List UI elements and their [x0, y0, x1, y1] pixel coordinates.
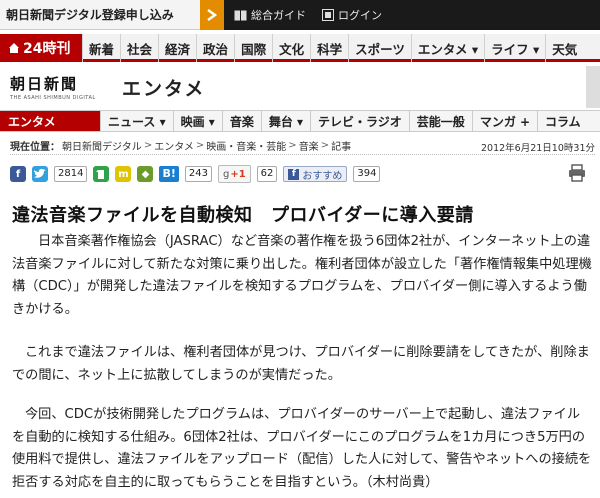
scrollbar[interactable] [586, 66, 600, 108]
evernote-icon[interactable] [93, 166, 110, 182]
mixi-icon[interactable]: m [115, 166, 132, 182]
subnav-item-column[interactable]: コラム [537, 111, 588, 131]
breadcrumb-item[interactable]: エンタメ [154, 138, 194, 153]
subnav-item-manga[interactable]: マンガ + [471, 111, 537, 131]
breadcrumb-item[interactable]: 朝日新聞デジタル [62, 138, 142, 153]
nav-item-shinchaku[interactable]: 新着 [82, 34, 120, 62]
nav-item-life[interactable]: ライフ ▾ [484, 34, 545, 62]
nav-item-entame[interactable]: エンタメ ▾ [410, 34, 484, 62]
logo-main: 朝日新聞 [10, 75, 79, 93]
google-g-icon: g [222, 168, 230, 180]
facebook-count: 394 [353, 166, 381, 182]
breadcrumb-item[interactable]: 音楽 [299, 138, 319, 153]
subnav-item-ongaku[interactable]: 音楽 [221, 111, 261, 131]
nav-item-seiji[interactable]: 政治 [196, 34, 234, 62]
logo-sub: THE ASAHI SHIMBUN DIGITAL [10, 95, 96, 101]
subnav-item-news[interactable]: ニュース ▾ [100, 111, 173, 131]
logo-row: 朝日新聞 THE ASAHI SHIMBUN DIGITAL エンタメ [0, 66, 600, 108]
asahi-logo[interactable]: 朝日新聞 THE ASAHI SHIMBUN DIGITAL [10, 73, 96, 101]
section-title: エンタメ [122, 78, 206, 100]
signup-label: 朝日新聞デジタル登録申し込み [6, 8, 174, 22]
home-icon [9, 43, 19, 53]
breadcrumb-separator: > [143, 140, 153, 151]
signup-link[interactable]: 朝日新聞デジタル登録申し込み [0, 0, 224, 30]
arrow-right-icon [200, 0, 224, 30]
article-paragraph: これまで違法ファイルは、権利者団体が見つけ、プロバイダーに削除要請をしてきたが、… [12, 345, 590, 383]
nav-item-bunka[interactable]: 文化 [272, 34, 310, 62]
gplus-label: +1 [230, 168, 246, 180]
subnav-item-geino[interactable]: 芸能一般 [408, 111, 472, 131]
subnav-current[interactable]: エンタメ [0, 111, 100, 131]
login-link[interactable]: ログイン [322, 7, 382, 23]
facebook-recommend-button[interactable]: f おすすめ [283, 166, 348, 182]
guide-link[interactable]: 総合ガイド [234, 7, 306, 23]
publish-date: 2012年6月21日10時31分 [481, 143, 595, 154]
subnav-item-tv-radio[interactable]: テレビ・ラジオ [310, 111, 409, 131]
gplus-button[interactable]: g +1 [217, 165, 251, 183]
article-headline: 違法音楽ファイルを自動検知 プロバイダーに導入要請 [12, 205, 474, 226]
nav-item-kagaku[interactable]: 科学 [310, 34, 348, 62]
section-nav: 24時刊 新着 社会 経済 政治 国際 文化 科学 スポーツ エンタメ ▾ ライ… [0, 34, 600, 62]
book-icon [234, 10, 247, 20]
login-label: ログイン [338, 9, 382, 22]
nav-item-keizai[interactable]: 経済 [158, 34, 196, 62]
nav-item-shakai[interactable]: 社会 [120, 34, 158, 62]
nav-item-kokusai[interactable]: 国際 [234, 34, 272, 62]
nav-item-sports[interactable]: スポーツ [348, 34, 411, 62]
article-paragraph: 今回、CDCが技術開発したプログラムは、プロバイダーのサーバー上で起動し、違法フ… [12, 407, 592, 490]
hatena-bookmark-button[interactable]: B! [159, 166, 179, 182]
gplus-count: 62 [256, 166, 278, 182]
facebook-small-icon: f [288, 168, 300, 180]
twitter-icon[interactable] [32, 166, 48, 182]
facebook-icon[interactable]: f [10, 166, 26, 182]
printer-icon[interactable] [568, 164, 586, 186]
breadcrumb: 現在位置： 朝日新聞デジタル > エンタメ > 映画・音楽・芸能 > 音楽 > … [10, 137, 595, 155]
login-icon [322, 9, 334, 21]
article-paragraph: 日本音楽著作権協会（JASRAC）など音楽の著作権を扱う6団体2社が、インターネ… [12, 234, 592, 317]
guide-label: 総合ガイド [251, 9, 306, 22]
breadcrumb-separator: > [288, 140, 297, 151]
breadcrumb-separator: > [195, 140, 205, 151]
24jikan-label: 24時刊 [23, 41, 71, 57]
breadcrumb-separator: > [320, 140, 330, 151]
share-green-icon[interactable]: ◆ [137, 166, 154, 182]
subnav-item-eiga[interactable]: 映画 ▾ [172, 111, 222, 131]
nav-item-tenki[interactable]: 天気 [545, 34, 583, 62]
top-bar: 朝日新聞デジタル登録申し込み 総合ガイド ログイン [0, 0, 600, 30]
breadcrumb-lead: 現在位置： [10, 142, 60, 153]
24jikan-link[interactable]: 24時刊 [0, 34, 82, 62]
twitter-count: 2814 [54, 166, 88, 182]
breadcrumb-item[interactable]: 映画・音楽・芸能 [206, 138, 286, 153]
breadcrumb-item: 記事 [331, 142, 352, 153]
sub-nav: エンタメ ニュース ▾ 映画 ▾ 音楽 舞台 ▾ テレビ・ラジオ 芸能一般 マン… [0, 110, 600, 132]
social-share-bar: f 2814 m ◆ B! 243 g +1 62 f おすすめ 394 [10, 162, 590, 186]
subnav-item-butai[interactable]: 舞台 ▾ [260, 111, 310, 131]
facebook-recommend-label: おすすめ [302, 170, 343, 182]
hatena-count: 243 [184, 166, 212, 182]
